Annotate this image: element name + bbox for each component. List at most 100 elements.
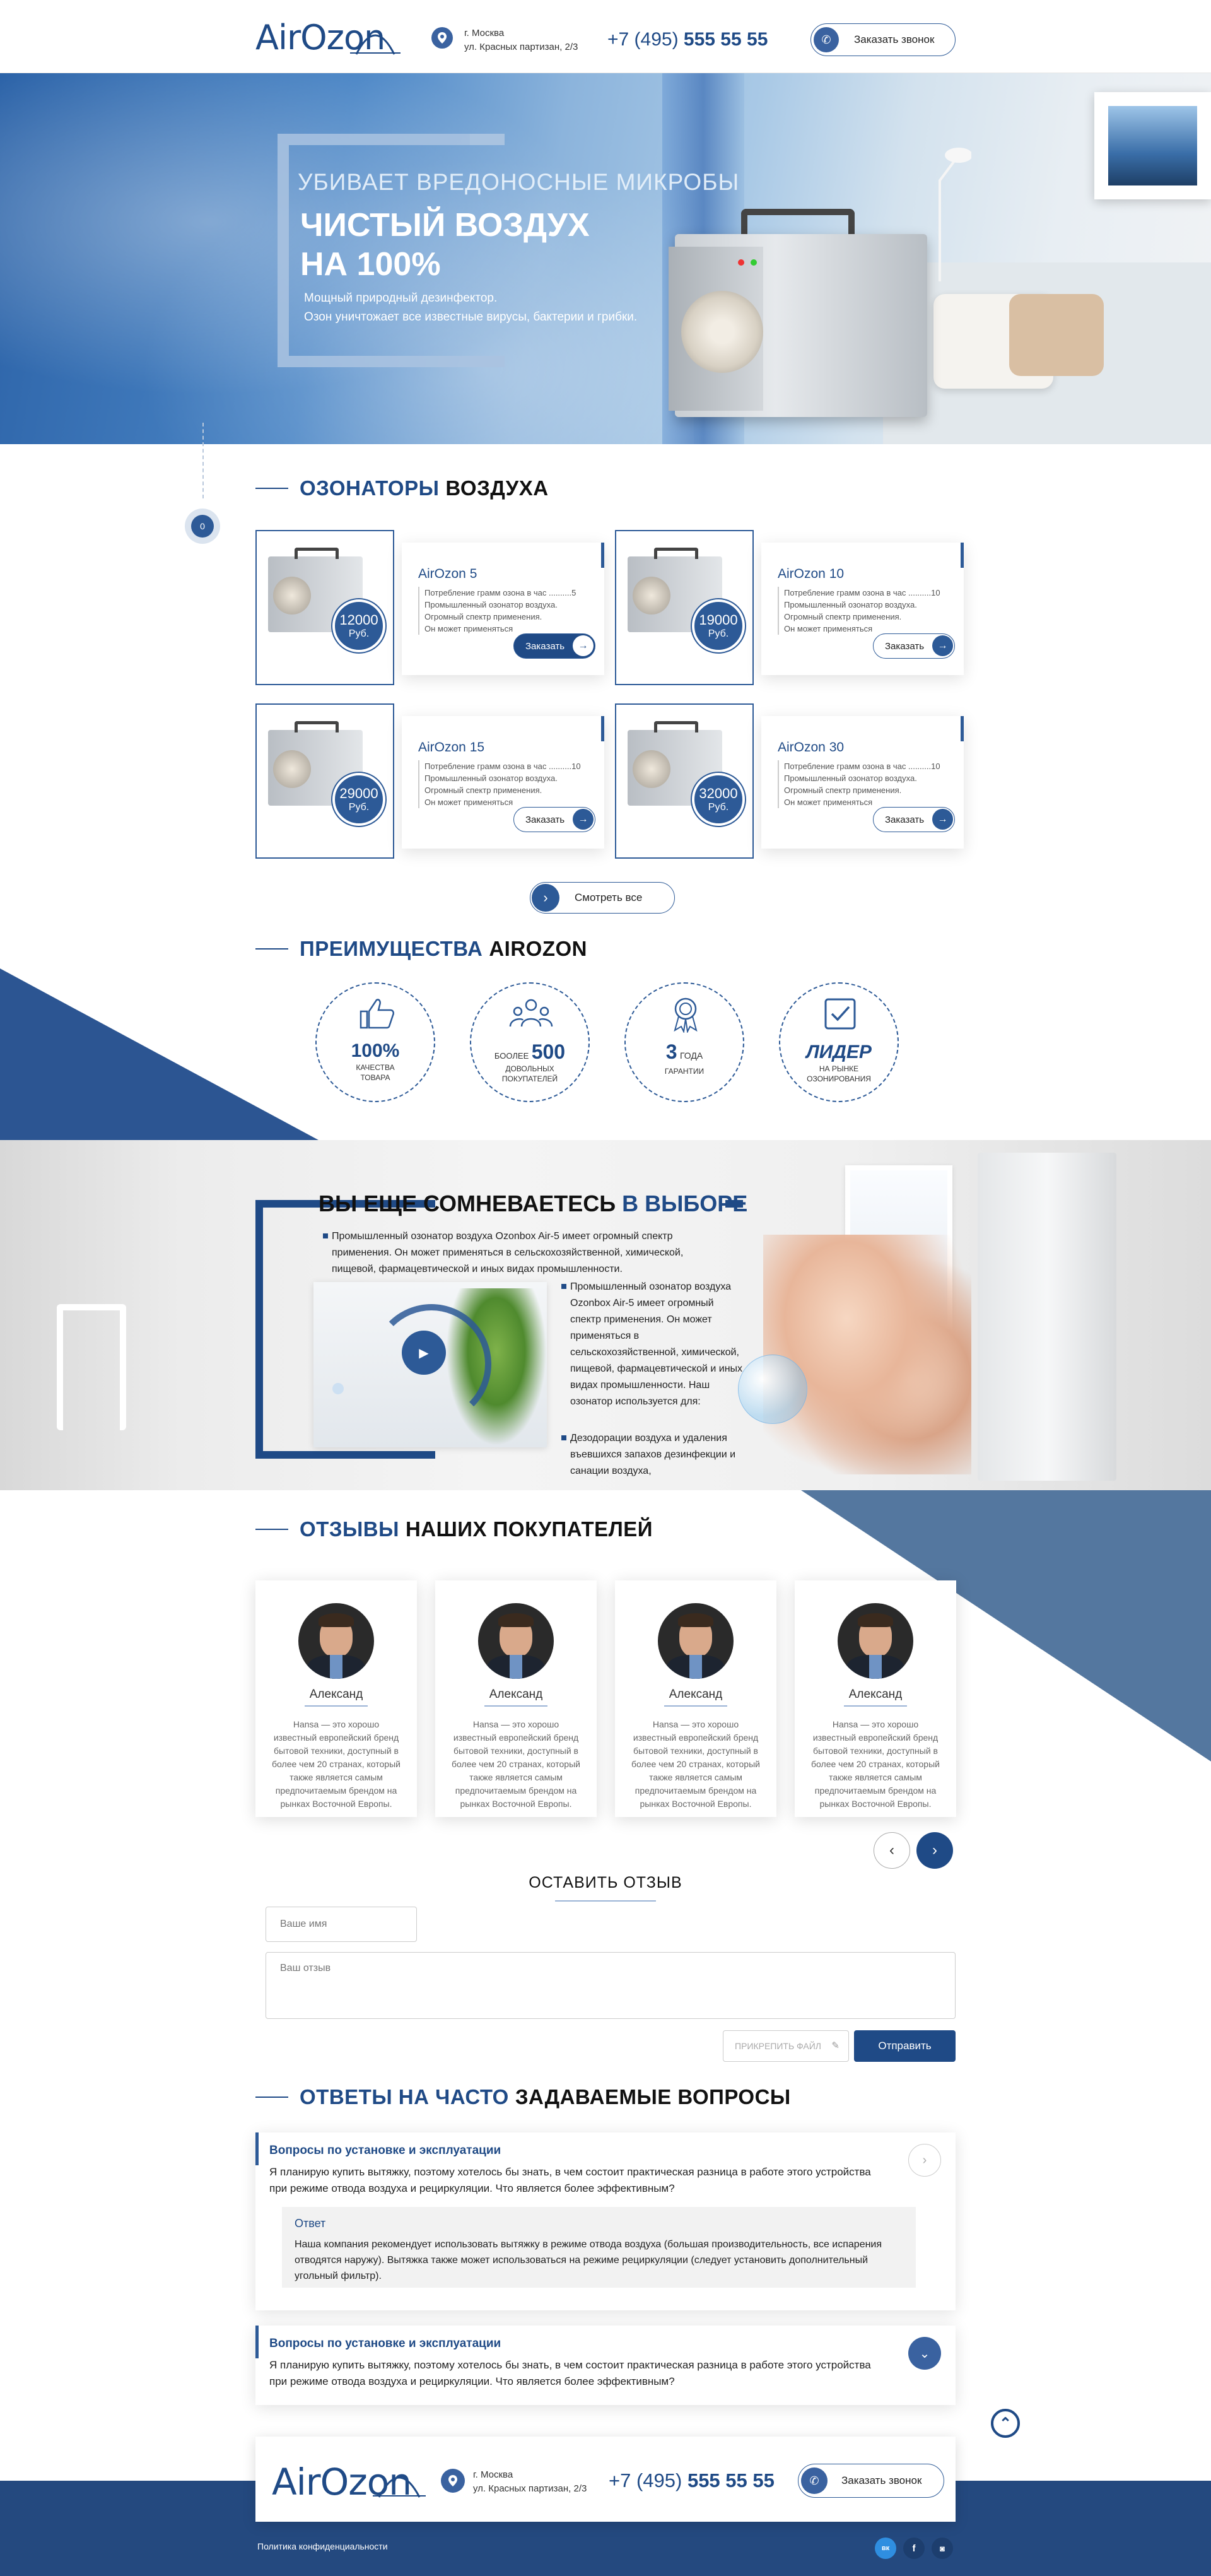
price-value: 32000: [699, 785, 738, 801]
phone-number: 555 55 55: [683, 29, 768, 50]
product-name[interactable]: AirOzon 15: [418, 740, 590, 755]
footer-phone-number: 555 55 55: [687, 2469, 775, 2491]
card-accent-bar: [961, 543, 964, 568]
footer-card: AirOzon г. Москва ул. Красных партизан, …: [255, 2437, 956, 2522]
order-label: Заказать: [525, 814, 565, 825]
faq-category: Вопросы по установке и эксплуатации: [269, 2337, 501, 2350]
product-image[interactable]: 32000 Руб.: [615, 703, 754, 859]
price-badge: 19000 Руб.: [692, 599, 745, 652]
ozonator-fan: [273, 750, 311, 788]
price-currency: Руб.: [348, 802, 370, 813]
order-label: Заказать: [885, 640, 925, 652]
card-accent-bar: [601, 543, 604, 568]
phone-icon: ✆: [814, 27, 839, 52]
hero-banner: УБИВАЕТ ВРЕДОНОСНЫЕ МИКРОБЫ ЧИСТЫЙ ВОЗДУ…: [0, 73, 1211, 444]
thumbs-up-icon: [360, 999, 395, 1029]
doubt-frame-bottom: [255, 1451, 432, 1459]
footer-logo[interactable]: AirOzon: [272, 2452, 426, 2510]
checkbox-icon: [824, 998, 856, 1030]
footer-callback-button[interactable]: ✆ Заказать звонок: [798, 2464, 944, 2498]
callback-label: Заказать звонок: [854, 33, 935, 45]
hero-ozonator-image: [669, 209, 949, 423]
callback-button[interactable]: ✆ Заказать звонок: [810, 23, 956, 56]
ozonator-handle: [654, 721, 698, 732]
doubt-para1: Промышленный озонатор воздуха Ozonbox Ai…: [323, 1228, 714, 1278]
reviews-prev-button[interactable]: ‹: [874, 1832, 910, 1869]
play-button[interactable]: ▶: [402, 1331, 446, 1375]
hero-title-line2: НА 100%: [300, 246, 441, 283]
advantage-leader-big: ЛИДЕР: [806, 1042, 872, 1062]
instagram-icon[interactable]: ◙: [932, 2538, 953, 2559]
advantage-quality-line1: КАЧЕСТВА: [356, 1063, 395, 1072]
product-image[interactable]: 29000 Руб.: [255, 703, 394, 859]
faq-answer-text: Наша компания рекомендует использовать в…: [295, 2239, 882, 2281]
phone[interactable]: +7 (495) 555 55 55: [607, 29, 768, 50]
spec-line: Промышленный озонатор воздуха.: [784, 600, 917, 609]
advantage-customers-line1: ДОВОЛЬНЫХ: [505, 1064, 554, 1073]
product-specs: Потребление грамм озона в час ..........…: [778, 760, 950, 808]
reviews-title: ОТЗЫВЫ НАШИХ ПОКУПАТЕЛЕЙ: [255, 1517, 653, 1541]
review-text-input[interactable]: [266, 1952, 956, 2019]
arrow-right-icon: →: [573, 635, 594, 656]
price-value: 29000: [339, 785, 378, 801]
order-button[interactable]: Заказать →: [513, 807, 595, 832]
product-image[interactable]: 12000 Руб.: [255, 530, 394, 685]
product-specs: Потребление грамм озона в час ..........…: [778, 587, 950, 635]
price-currency: Руб.: [708, 628, 729, 639]
product-name[interactable]: AirOzon 10: [778, 567, 950, 582]
product-info: AirOzon 5 Потребление грамм озона в час .…: [402, 543, 604, 675]
avatar: [838, 1603, 913, 1679]
attach-file-label: ПРИКРЕПИТЬ ФАЙЛ: [735, 2041, 821, 2051]
advantage-warranty: 3 ГОДА ГАРАНТИИ: [624, 982, 744, 1102]
hero-frame-right-bottom: [470, 356, 505, 367]
avatar-hair: [858, 1613, 893, 1627]
product-name[interactable]: AirOzon 30: [778, 740, 950, 755]
facebook-icon[interactable]: f: [903, 2538, 925, 2559]
doubt-title: ВЫ ЕЩЕ СОМНЕВАЕТЕСЬ В ВЫБОРЕ: [319, 1191, 747, 1217]
faq-item[interactable]: Вопросы по установке и эксплуатации Я пл…: [255, 2132, 956, 2310]
spec-line: Огромный спектр применения.: [424, 612, 542, 621]
logo[interactable]: AirOzon: [255, 6, 401, 64]
card-accent-bar: [961, 716, 964, 741]
map-pin-icon: [431, 27, 453, 49]
order-button[interactable]: Заказать →: [873, 807, 955, 832]
advantage-warranty-line1: ГАРАНТИИ: [664, 1067, 705, 1076]
faq-item[interactable]: Вопросы по установке и эксплуатации Я пл…: [255, 2326, 956, 2405]
privacy-link[interactable]: Политика конфиденциальности: [257, 2541, 388, 2551]
advantages-title-rest: AIROZON: [489, 937, 587, 960]
mother-child-image: [763, 1235, 971, 1474]
faq-chevron-down-icon[interactable]: ⌄: [908, 2337, 941, 2370]
review-text: Hansa — это хорошо известный европейский…: [811, 1719, 940, 1809]
advantages-triangle: [0, 968, 319, 1140]
order-button[interactable]: Заказать →: [873, 633, 955, 659]
users-icon: [509, 999, 553, 1027]
faq-accent-bar: [255, 2326, 259, 2358]
product-name[interactable]: AirOzon 5: [418, 567, 590, 582]
reviews-next-button[interactable]: ›: [916, 1832, 953, 1869]
footer-phone[interactable]: +7 (495) 555 55 55: [609, 2469, 775, 2492]
price-value: 19000: [699, 612, 738, 628]
doubt-para3: Дезодорации воздуха и удаления въевшихся…: [561, 1430, 751, 1479]
vk-icon[interactable]: вк: [875, 2538, 896, 2559]
review-card: Александ Hansa — это хорошо известный евр…: [615, 1580, 776, 1817]
avatar-hair: [678, 1613, 713, 1627]
faq-chevron-right-icon[interactable]: ›: [908, 2144, 941, 2177]
spec-line: Огромный спектр применения.: [784, 612, 902, 621]
scroll-top-button[interactable]: ⌃: [991, 2409, 1020, 2438]
review-name-input[interactable]: [266, 1907, 417, 1942]
attach-file-button[interactable]: ПРИКРЕПИТЬ ФАЙЛ ✎: [723, 2030, 849, 2062]
faq-category: Вопросы по установке и эксплуатации: [269, 2144, 501, 2157]
submit-review-button[interactable]: Отправить: [854, 2030, 956, 2062]
product-card: 19000 Руб. AirOzon 10 Потребление грамм озо…: [615, 530, 964, 685]
advantage-customers-pre: БООЛЕЕ: [494, 1051, 529, 1061]
review-card: Александ Hansa — это хорошо известный евр…: [255, 1580, 417, 1817]
ozonator-handle: [295, 548, 339, 559]
chevron-up-icon: ⌃: [998, 2414, 1012, 2432]
header: AirOzon г. Москва ул. Красных партизан, …: [0, 0, 1211, 73]
order-button[interactable]: Заказать →: [513, 633, 595, 659]
price-badge: 32000 Руб.: [692, 773, 745, 826]
side-nav-dot[interactable]: 0: [185, 509, 220, 544]
product-image[interactable]: 19000 Руб.: [615, 530, 754, 685]
advantage-leader-line2: ОЗОНИРОВАНИЯ: [807, 1074, 871, 1083]
see-all-button[interactable]: › Смотреть все: [530, 882, 675, 914]
